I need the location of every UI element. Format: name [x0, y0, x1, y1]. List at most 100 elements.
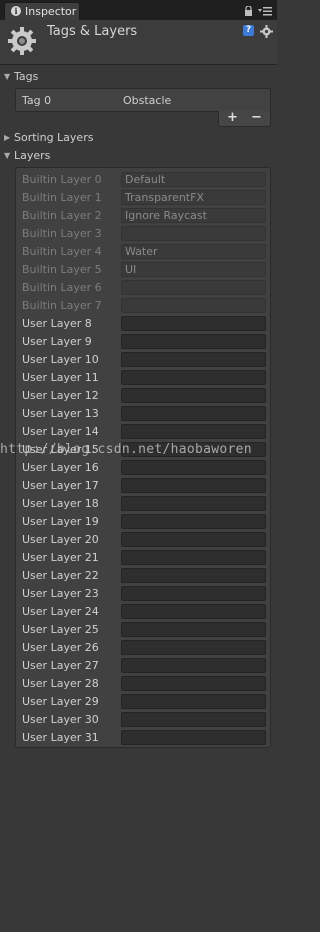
- layer-name-field[interactable]: [121, 496, 266, 511]
- layer-row: User Layer 30: [16, 711, 270, 729]
- layer-label: Builtin Layer 4: [22, 245, 102, 258]
- layer-label: User Layer 18: [22, 497, 99, 510]
- tags-foldout[interactable]: ▼ Tags: [4, 70, 38, 84]
- layer-label: User Layer 28: [22, 677, 99, 690]
- layer-label: User Layer 14: [22, 425, 99, 438]
- tag-list-footer: + −: [218, 110, 271, 127]
- layer-label: User Layer 25: [22, 623, 99, 636]
- tab-label: Inspector: [25, 5, 77, 18]
- layer-label: User Layer 13: [22, 407, 99, 420]
- layer-name-field[interactable]: [121, 460, 266, 475]
- inspector-empty-area: [0, 752, 277, 932]
- layer-name-field[interactable]: [121, 730, 266, 745]
- layer-label: User Layer 21: [22, 551, 99, 564]
- layer-label: User Layer 20: [22, 533, 99, 546]
- layer-label: User Layer 27: [22, 659, 99, 672]
- layer-label: Builtin Layer 0: [22, 173, 102, 186]
- layer-name-field[interactable]: [121, 388, 266, 403]
- layer-label: Builtin Layer 6: [22, 281, 102, 294]
- layer-name-field[interactable]: [121, 640, 266, 655]
- layer-label: User Layer 19: [22, 515, 99, 528]
- sorting-layers-section-label: Sorting Layers: [14, 131, 94, 144]
- layer-row: Builtin Layer 0 Default: [16, 171, 270, 189]
- tab-inspector[interactable]: i Inspector: [4, 2, 80, 20]
- layer-label: User Layer 9: [22, 335, 92, 348]
- tag-name: Tag 0: [22, 94, 52, 107]
- tags-section-label: Tags: [14, 70, 39, 83]
- layer-name-field[interactable]: [121, 334, 266, 349]
- lock-icon[interactable]: [244, 6, 253, 16]
- layer-row: Builtin Layer 3: [16, 225, 270, 243]
- layer-name-field: [121, 226, 266, 241]
- layer-name-field[interactable]: [121, 568, 266, 583]
- layer-name-field[interactable]: [121, 352, 266, 367]
- layer-label: Builtin Layer 1: [22, 191, 102, 204]
- watermark-text: http://blog.csdn.net/haobaworen: [0, 442, 252, 457]
- layer-row: User Layer 13: [16, 405, 270, 423]
- layer-name-field: Ignore Raycast: [121, 208, 266, 223]
- layer-label: User Layer 8: [22, 317, 92, 330]
- layer-row: User Layer 17: [16, 477, 270, 495]
- remove-tag-button[interactable]: −: [251, 110, 262, 125]
- layer-row: User Layer 12: [16, 387, 270, 405]
- sorting-layers-foldout[interactable]: ▶ Sorting Layers: [4, 131, 93, 145]
- layer-row: Builtin Layer 5 UI: [16, 261, 270, 279]
- layer-label: User Layer 11: [22, 371, 99, 384]
- gear-icon: [8, 27, 36, 55]
- layer-name-field[interactable]: [121, 694, 266, 709]
- layer-label: Builtin Layer 5: [22, 263, 102, 276]
- layer-label: User Layer 29: [22, 695, 99, 708]
- tag-value-field[interactable]: Obstacle: [123, 94, 171, 107]
- layer-name-field: UI: [121, 262, 266, 277]
- layer-row: User Layer 9: [16, 333, 270, 351]
- tab-bar: i Inspector: [0, 0, 277, 21]
- layer-row: User Layer 18: [16, 495, 270, 513]
- layer-row: User Layer 29: [16, 693, 270, 711]
- layer-name-field[interactable]: [121, 622, 266, 637]
- layer-name-field[interactable]: [121, 514, 266, 529]
- divider: [0, 64, 277, 65]
- layer-row: User Layer 24: [16, 603, 270, 621]
- menu-icon[interactable]: [258, 6, 272, 16]
- layer-name-field[interactable]: [121, 370, 266, 385]
- layer-label: User Layer 12: [22, 389, 99, 402]
- layer-name-field[interactable]: [121, 712, 266, 727]
- settings-gear-icon[interactable]: [260, 25, 273, 38]
- layer-name-field: [121, 298, 266, 313]
- triangle-right-icon: ▶: [4, 133, 11, 142]
- layer-row: User Layer 27: [16, 657, 270, 675]
- layer-row: User Layer 20: [16, 531, 270, 549]
- layer-label: User Layer 17: [22, 479, 99, 492]
- layer-label: User Layer 31: [22, 731, 99, 744]
- add-tag-button[interactable]: +: [227, 110, 238, 125]
- layer-name-field: TransparentFX: [121, 190, 266, 205]
- layer-row: User Layer 26: [16, 639, 270, 657]
- layer-name-field[interactable]: [121, 478, 266, 493]
- layer-name-field[interactable]: [121, 604, 266, 619]
- inspector-header: Tags & Layers ?: [0, 20, 277, 64]
- layer-label: User Layer 30: [22, 713, 99, 726]
- layer-name-field[interactable]: [121, 532, 266, 547]
- layer-name-field[interactable]: [121, 586, 266, 601]
- layer-name-field[interactable]: [121, 550, 266, 565]
- help-icon[interactable]: ?: [243, 25, 254, 36]
- layer-label: User Layer 22: [22, 569, 99, 582]
- layer-name-field: [121, 280, 266, 295]
- layer-label: User Layer 16: [22, 461, 99, 474]
- layer-name-field[interactable]: [121, 424, 266, 439]
- triangle-down-icon: ▼: [4, 151, 11, 160]
- info-icon: i: [11, 6, 21, 16]
- layer-name-field[interactable]: [121, 676, 266, 691]
- layer-row: User Layer 19: [16, 513, 270, 531]
- layer-name-field: Default: [121, 172, 266, 187]
- layer-label: User Layer 23: [22, 587, 99, 600]
- layer-name-field[interactable]: [121, 316, 266, 331]
- layer-row: User Layer 8: [16, 315, 270, 333]
- layer-row: User Layer 25: [16, 621, 270, 639]
- page-title: Tags & Layers: [47, 24, 138, 39]
- layer-label: User Layer 24: [22, 605, 99, 618]
- layer-name-field[interactable]: [121, 406, 266, 421]
- layers-foldout[interactable]: ▼ Layers: [4, 149, 50, 163]
- layer-name-field[interactable]: [121, 658, 266, 673]
- tag-list: Tag 0 Obstacle: [15, 88, 271, 112]
